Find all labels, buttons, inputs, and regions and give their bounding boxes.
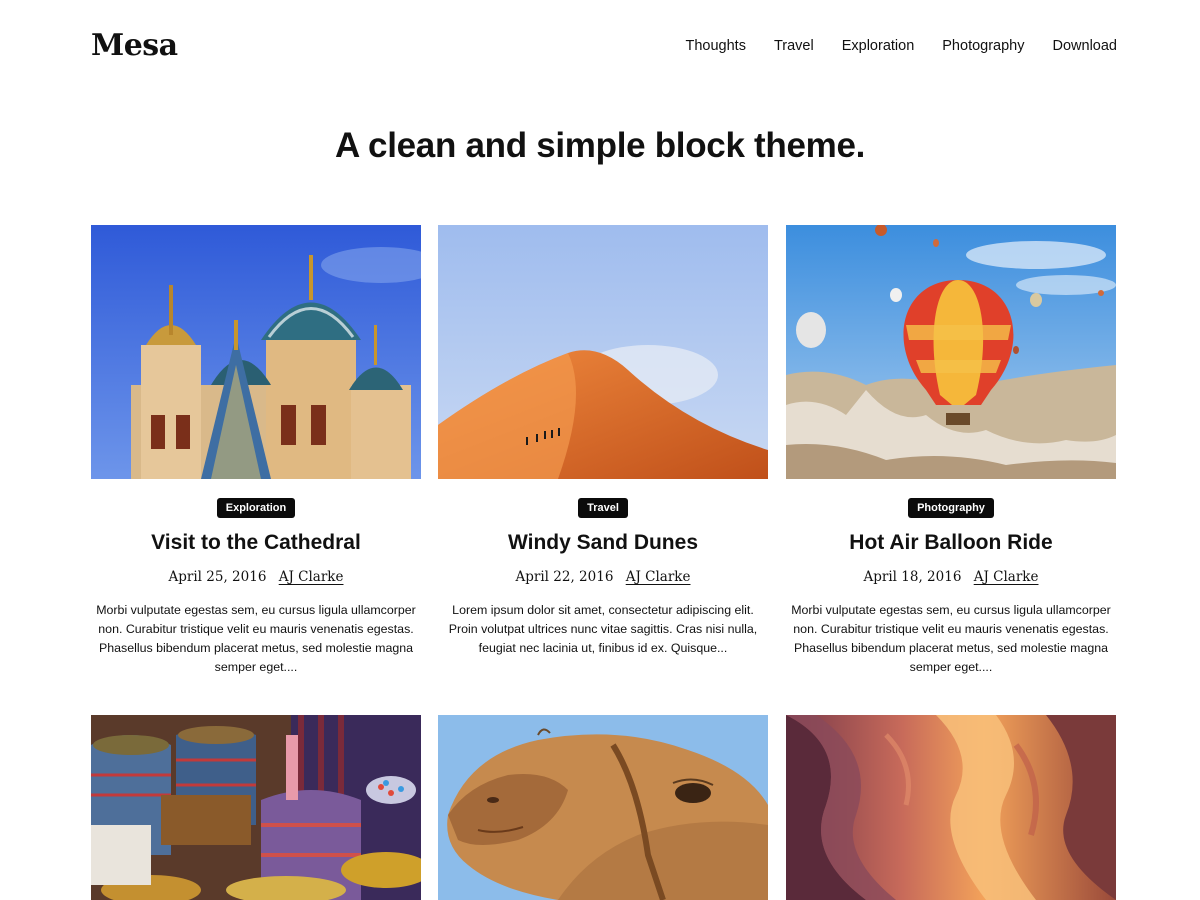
- post-author[interactable]: AJ Clarke: [974, 569, 1039, 585]
- post-thumbnail-camel[interactable]: [438, 715, 768, 900]
- canyon-image: [786, 715, 1116, 900]
- post-card: Travel Windy Sand Dunes April 22, 2016 A…: [438, 225, 768, 658]
- post-title[interactable]: Visit to the Cathedral: [91, 531, 421, 555]
- category-badge[interactable]: Travel: [578, 498, 628, 518]
- post-excerpt: Lorem ipsum dolor sit amet, consectetur …: [448, 603, 758, 655]
- post-excerpt: Morbi vulputate egestas sem, eu cursus l…: [96, 603, 416, 674]
- post-title[interactable]: Windy Sand Dunes: [438, 531, 768, 555]
- site-header: Mesa Thoughts Travel Exploration Photogr…: [91, 28, 1117, 68]
- nav-item-download[interactable]: Download: [1053, 38, 1118, 54]
- nav-item-exploration[interactable]: Exploration: [842, 38, 915, 54]
- post-thumbnail-dunes[interactable]: [438, 225, 768, 479]
- post-meta: April 18, 2016 AJ Clarke: [786, 569, 1116, 585]
- category-badge[interactable]: Exploration: [216, 498, 296, 518]
- post-meta: April 25, 2016 AJ Clarke: [91, 569, 421, 585]
- post-thumbnail-canyon[interactable]: [786, 715, 1116, 900]
- nav-item-travel[interactable]: Travel: [774, 38, 814, 54]
- sand-dunes-image: [438, 225, 768, 479]
- post-card: [786, 715, 1116, 900]
- post-card: Exploration Visit to the Cathedral April…: [91, 225, 421, 677]
- post-card: [438, 715, 768, 900]
- post-thumbnail-market[interactable]: [91, 715, 421, 900]
- post-thumbnail-cathedral[interactable]: [91, 225, 421, 479]
- post-thumbnail-balloon[interactable]: [786, 225, 1116, 479]
- cathedral-image: [91, 225, 421, 479]
- hero-heading: A clean and simple block theme.: [334, 126, 866, 165]
- post-author[interactable]: AJ Clarke: [626, 569, 691, 585]
- post-title[interactable]: Hot Air Balloon Ride: [786, 531, 1116, 555]
- nav-item-thoughts[interactable]: Thoughts: [686, 38, 746, 54]
- nav-item-photography[interactable]: Photography: [942, 38, 1024, 54]
- post-date: April 25, 2016: [168, 569, 267, 585]
- post-date: April 18, 2016: [863, 569, 962, 585]
- post-author[interactable]: AJ Clarke: [279, 569, 344, 585]
- post-card: [91, 715, 421, 900]
- hot-air-balloon-image: [786, 225, 1116, 479]
- post-excerpt: Morbi vulputate egestas sem, eu cursus l…: [791, 603, 1111, 674]
- post-card: Photography Hot Air Balloon Ride April 1…: [786, 225, 1116, 677]
- post-date: April 22, 2016: [515, 569, 614, 585]
- market-spices-image: [91, 715, 421, 900]
- site-logo[interactable]: Mesa: [91, 28, 178, 63]
- post-meta: April 22, 2016 AJ Clarke: [438, 569, 768, 585]
- main-nav: Thoughts Travel Exploration Photography …: [686, 38, 1118, 54]
- camel-image: [438, 715, 768, 900]
- category-badge[interactable]: Photography: [908, 498, 994, 518]
